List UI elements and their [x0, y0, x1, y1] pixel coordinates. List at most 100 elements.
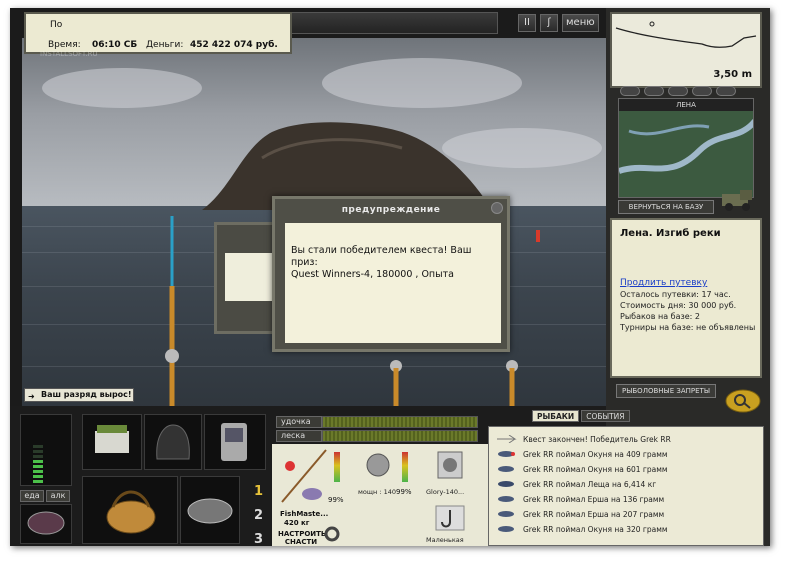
map-image: [619, 111, 753, 197]
fishing-rod-2[interactable]: [384, 358, 408, 410]
background-dialog-body: [225, 253, 277, 301]
permit-remaining: Осталось путевки: 17 час.: [620, 290, 731, 299]
watermark: INSTALLSOFT.RU: [40, 50, 98, 58]
setup-tackle-button[interactable]: НАСТРОИТЬ СНАСТИ: [278, 530, 326, 546]
top-status-bar: [280, 12, 498, 34]
fish-icon: [498, 526, 514, 532]
location-info-panel: Лена. Изгиб реки Продлить путевку Остало…: [610, 218, 762, 378]
quest-icon: [497, 435, 517, 443]
knob-1[interactable]: [620, 86, 640, 96]
keepnet-slot[interactable]: [180, 476, 240, 544]
log-row: Grek RR поймал Леща на 6,414 кг: [495, 478, 656, 490]
log-text: Grek RR поймал Окуня на 601 грамм: [523, 464, 668, 474]
magnifier-icon[interactable]: [724, 388, 762, 414]
log-row: Grek RR поймал Окуня на 601 грамм: [495, 463, 668, 475]
location-title: Лена. Изгиб реки: [620, 228, 721, 239]
hook-icon[interactable]: [432, 502, 468, 534]
log-tabs: РЫБАКИ СОБЫТИЯ: [532, 410, 630, 422]
rod-tension-meter: [322, 416, 478, 428]
time-value: 06:10 СБ: [92, 40, 138, 50]
fish-icon: [498, 481, 514, 487]
dialog-title: предупреждение: [341, 205, 441, 215]
rod-weight: 420 кг: [284, 519, 310, 527]
log-row: Grek RR поймал Окуня на 409 грамм: [495, 448, 668, 460]
log-row: Grek RR поймал Окуня на 320 грамм: [495, 523, 668, 535]
food-tab[interactable]: еда: [20, 490, 44, 502]
dialog-line-2: Quest Winners-4, 180000 , Опыта: [291, 269, 454, 280]
extend-permit-link[interactable]: Продлить путевку: [620, 278, 707, 288]
alcohol-tab[interactable]: алк: [46, 490, 70, 502]
rod-lure-icon[interactable]: [276, 446, 332, 508]
anglers-count: Рыбаков на базе: 2: [620, 312, 700, 321]
keepnet-basket-slot[interactable]: [82, 476, 178, 544]
rig-panel: 99% FishMaste... 420 кг НАСТРОИТЬ СНАСТИ…: [272, 444, 492, 546]
slot-number-3[interactable]: 3: [254, 532, 263, 546]
slot-number-1[interactable]: 1: [254, 484, 263, 499]
rank-message[interactable]: ➜ Ваш разряд вырос!: [24, 388, 134, 402]
echo-sounder-slot[interactable]: [204, 414, 266, 470]
rod-condition: 99%: [328, 496, 344, 504]
line-name: Glory-140...: [426, 488, 465, 496]
close-icon[interactable]: [491, 202, 503, 214]
pause-button[interactable]: II: [518, 14, 536, 32]
log-text: Grek RR поймал Ерша на 207 грамм: [523, 509, 665, 519]
reel-condition: 99%: [396, 488, 412, 496]
dialog-line-1: Вы стали победителем квеста! Ваш приз:: [291, 245, 472, 268]
fishing-bans-button[interactable]: РЫБОЛОВНЫЕ ЗАПРЕТЫ: [616, 384, 716, 398]
knob-3[interactable]: [668, 86, 688, 96]
fish-icon: [498, 511, 514, 517]
tournaments-info: Турниры на базе: не объявлены: [620, 323, 756, 332]
tab-anglers[interactable]: РЫБАКИ: [532, 410, 580, 422]
tackle-box-slot[interactable]: [82, 414, 142, 470]
log-text: Grek RR поймал Леща на 6,414 кг: [523, 479, 657, 489]
basket-icon: [106, 490, 156, 534]
status-text: По: [50, 20, 63, 30]
menu-button[interactable]: меню: [562, 14, 599, 32]
game-window: II ʃ меню По Время: 06:10 СБ Деньги: 452…: [10, 8, 770, 546]
arrow-icon: ➜: [28, 392, 35, 401]
bait-pot-slot[interactable]: [20, 504, 72, 544]
backpack-icon: [156, 424, 190, 460]
knob-5[interactable]: [716, 86, 736, 96]
top-controls: II ʃ меню: [518, 14, 599, 32]
dialog-body: Вы стали победителем квеста! Ваш приз: Q…: [285, 223, 501, 343]
line-tension-meter: [322, 430, 478, 442]
fishing-rod-1[interactable]: [152, 216, 192, 410]
rod-button[interactable]: ʃ: [540, 14, 558, 32]
tackle-box-icon: [95, 425, 129, 453]
truck-icon[interactable]: [720, 188, 756, 212]
echo-sounder-icon: [221, 423, 247, 461]
pot-icon: [27, 511, 65, 535]
back-to-base-button[interactable]: ВЕРНУТЬСЯ НА БАЗУ: [618, 200, 714, 214]
map-title: ЛЕНА: [619, 99, 753, 111]
log-text: Grek RR поймал Окуня на 320 грамм: [523, 524, 668, 534]
money-label: Деньги:: [146, 40, 184, 50]
rod-name: FishMaste...: [280, 510, 329, 518]
buoy: [536, 230, 540, 242]
log-text: Grek RR поймал Окуня на 409 грамм: [523, 449, 668, 459]
log-text: Grek RR поймал Ерша на 136 грамм: [523, 494, 665, 504]
gear-icon[interactable]: [322, 524, 342, 544]
net-icon: [187, 498, 233, 524]
fish-icon: [498, 496, 514, 502]
warning-dialog: предупреждение Вы стали победителем квес…: [272, 196, 510, 352]
view-knobs: [620, 86, 760, 98]
day-cost: Стоимость дня: 30 000 руб.: [620, 301, 737, 310]
depth-chart: 3,50 m: [610, 12, 762, 88]
energy-bars: [33, 445, 43, 487]
tab-events[interactable]: СОБЫТИЯ: [581, 410, 630, 422]
location-map[interactable]: ЛЕНА: [618, 98, 754, 198]
fishing-rod-3[interactable]: [500, 358, 524, 410]
slot-number-2[interactable]: 2: [254, 508, 263, 523]
reel-icon[interactable]: [358, 448, 398, 482]
log-row: Квест закончен! Победитель Grek RR: [495, 433, 671, 445]
reel-condition-bar: [402, 452, 408, 482]
fish-icon: [498, 466, 514, 472]
knob-4[interactable]: [692, 86, 712, 96]
money-value: 452 422 074 руб.: [190, 40, 278, 50]
rank-message-text: Ваш разряд вырос!: [41, 390, 132, 399]
knob-2[interactable]: [644, 86, 664, 96]
energy-gauge: [20, 414, 72, 486]
backpack-slot[interactable]: [144, 414, 202, 470]
fishing-line-icon[interactable]: [430, 448, 470, 484]
